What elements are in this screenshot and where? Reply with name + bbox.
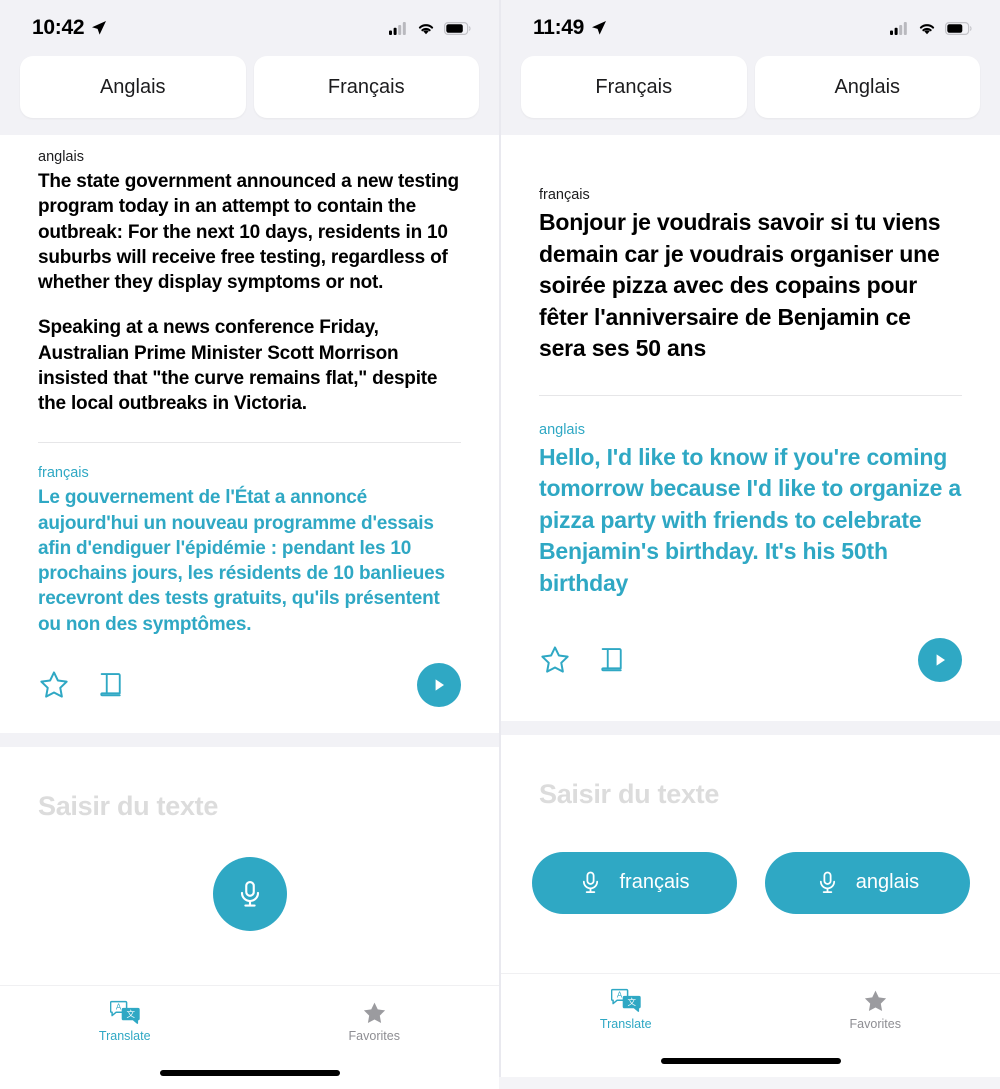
play-audio-button[interactable] [918, 638, 962, 682]
panel-gap-strip [0, 733, 499, 747]
book-icon[interactable] [96, 670, 126, 700]
source-language-label: français [539, 187, 962, 203]
mic-button[interactable] [213, 857, 287, 931]
status-bar-left: 11:49 [533, 16, 607, 40]
status-time: 10:42 [32, 16, 84, 40]
tab-favorites-label: Favorites [850, 1017, 901, 1031]
tab-translate[interactable]: A文 Translate [0, 986, 250, 1057]
action-row-left [38, 669, 126, 701]
mic-button-area: français anglais [539, 810, 962, 973]
translation-card: anglais The state government announced a… [0, 135, 499, 637]
translated-text: Le gouvernement de l'État a annoncé aujo… [38, 485, 461, 637]
target-language-button[interactable]: Anglais [755, 56, 981, 118]
phone-screen-right: 11:49 Français Anglais français Bonjour … [501, 0, 1000, 1077]
microphone-icon [235, 879, 265, 909]
status-bar-left: 10:42 [32, 16, 107, 40]
star-outline-icon[interactable] [539, 644, 571, 676]
action-row [0, 637, 499, 733]
tab-favorites[interactable]: Favorites [751, 974, 1000, 1045]
text-divider [38, 442, 461, 443]
source-text: The state government announced a new tes… [38, 169, 461, 416]
play-icon [931, 651, 949, 669]
mic-button-area [38, 822, 461, 985]
microphone-icon [578, 870, 603, 895]
location-arrow-icon [91, 20, 107, 36]
home-indicator[interactable] [160, 1070, 340, 1076]
status-bar: 10:42 [0, 0, 499, 56]
book-icon[interactable] [597, 645, 627, 675]
svg-text:A: A [617, 991, 623, 1000]
translation-scroll-area[interactable]: français Bonjour je voudrais savoir si t… [539, 135, 962, 599]
text-input-card: Saisir du texte [0, 747, 499, 985]
language-selector-bar: Anglais Français [0, 56, 499, 135]
dual-screenshot-container: 10:42 Anglais Français anglais The state… [0, 0, 1000, 1077]
text-input-placeholder[interactable]: Saisir du texte [38, 791, 218, 822]
translation-scroll-area[interactable]: anglais The state government announced a… [38, 135, 461, 637]
action-row-left [539, 644, 627, 676]
status-bar: 11:49 [501, 0, 1000, 56]
translate-bubbles-icon: A文 [110, 1000, 140, 1026]
target-language-button[interactable]: Français [254, 56, 480, 118]
target-language-label: anglais [539, 422, 962, 438]
source-language-button[interactable]: Anglais [20, 56, 246, 118]
home-indicator-bar [0, 1057, 499, 1089]
location-arrow-icon [591, 20, 607, 36]
source-language-button[interactable]: Français [521, 56, 747, 118]
text-divider [539, 395, 962, 396]
svg-text:A: A [116, 1003, 122, 1012]
status-time: 11:49 [533, 16, 584, 40]
home-indicator[interactable] [661, 1058, 841, 1064]
svg-text:文: 文 [126, 1009, 135, 1019]
microphone-icon [815, 870, 840, 895]
mic-button-source-language[interactable]: français [532, 852, 737, 914]
star-filled-icon [361, 1000, 388, 1026]
tab-translate-label: Translate [99, 1029, 151, 1043]
star-outline-icon[interactable] [38, 669, 70, 701]
status-bar-right [389, 22, 471, 35]
status-bar-right [890, 22, 972, 35]
translation-card: français Bonjour je voudrais savoir si t… [501, 135, 1000, 599]
cellular-signal-icon [389, 22, 408, 35]
tab-favorites-label: Favorites [349, 1029, 400, 1043]
tab-translate-label: Translate [600, 1017, 652, 1031]
cellular-signal-icon [890, 22, 909, 35]
target-language-label: français [38, 465, 461, 481]
home-indicator-bar [501, 1045, 1000, 1077]
language-selector-bar: Français Anglais [501, 56, 1000, 135]
source-paragraph: Speaking at a news conference Friday, Au… [38, 315, 461, 416]
wifi-icon [918, 22, 936, 35]
phone-screen-left: 10:42 Anglais Français anglais The state… [0, 0, 499, 1077]
play-audio-button[interactable] [417, 663, 461, 707]
mic-button-source-label: français [619, 871, 689, 894]
battery-icon [444, 22, 471, 35]
tab-translate[interactable]: A文 Translate [501, 974, 751, 1045]
source-paragraph: The state government announced a new tes… [38, 169, 461, 295]
play-icon [430, 676, 448, 694]
translated-text: Hello, I'd like to know if you're coming… [539, 442, 962, 600]
svg-text:文: 文 [627, 997, 636, 1007]
translate-bubbles-icon: A文 [611, 988, 641, 1014]
tab-bar: A文 Translate Favorites [501, 973, 1000, 1045]
tab-favorites[interactable]: Favorites [250, 986, 500, 1057]
action-row [501, 599, 1000, 721]
text-input-placeholder[interactable]: Saisir du texte [539, 779, 719, 810]
battery-icon [945, 22, 972, 35]
star-filled-icon [862, 988, 889, 1014]
source-language-label: anglais [38, 149, 461, 165]
source-paragraph: Bonjour je voudrais savoir si tu viens d… [539, 207, 962, 365]
text-input-card: Saisir du texte français anglais [501, 735, 1000, 973]
source-text: Bonjour je voudrais savoir si tu viens d… [539, 207, 962, 365]
mic-button-target-label: anglais [856, 871, 919, 894]
panel-gap-strip [501, 721, 1000, 735]
mic-button-target-language[interactable]: anglais [765, 852, 970, 914]
tab-bar: A文 Translate Favorites [0, 985, 499, 1057]
wifi-icon [417, 22, 435, 35]
